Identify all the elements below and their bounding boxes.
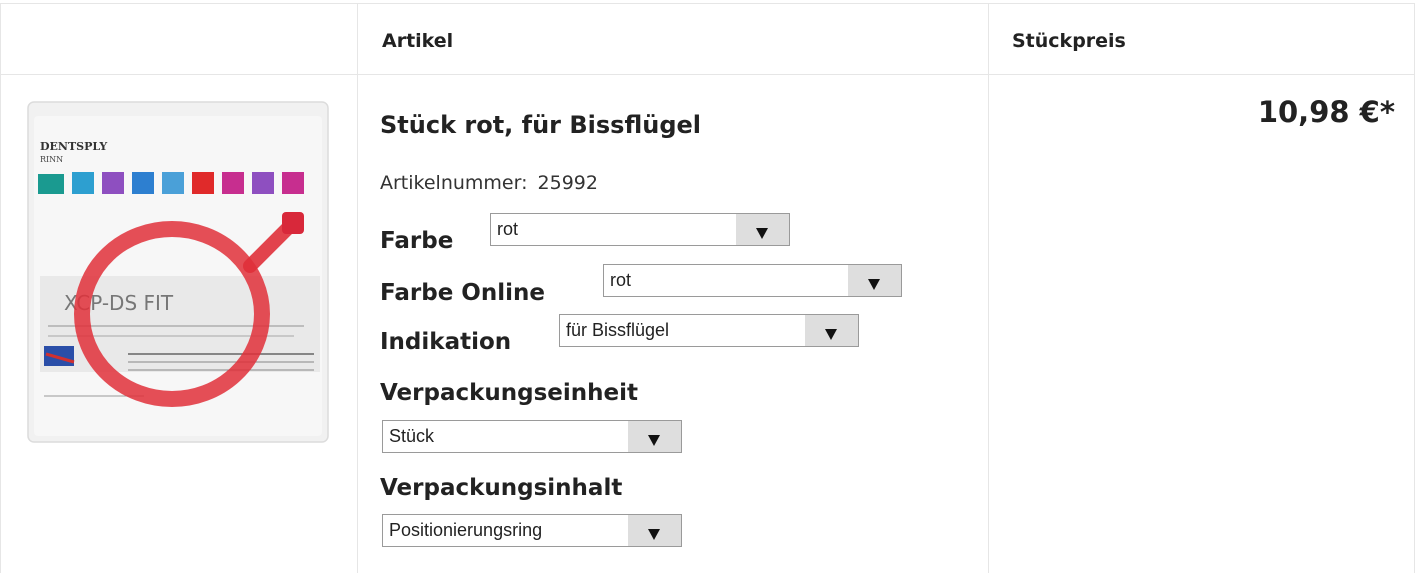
chevron-down-icon (648, 529, 660, 540)
chevron-down-icon (648, 435, 660, 446)
column-divider-image (357, 3, 358, 573)
chevron-down-icon (868, 279, 880, 290)
select-verpackungsinhalt[interactable]: Positionierungsring (382, 514, 682, 547)
select-farbe-online-value: rot (610, 270, 632, 290)
select-farbe-toggle[interactable] (736, 214, 789, 245)
select-indikation-toggle[interactable] (805, 315, 858, 346)
unit-price: 10,98 €* (1257, 95, 1395, 129)
select-farbe-online[interactable]: rot (603, 264, 902, 297)
chevron-down-icon (825, 329, 837, 340)
select-farbe-online-toggle[interactable] (848, 265, 901, 296)
product-title[interactable]: Stück rot, für Bissflügel (380, 111, 701, 139)
chevron-down-icon (756, 228, 768, 239)
column-header-artikel: Artikel (382, 30, 454, 52)
select-indikation-value: für Bissflügel (566, 320, 670, 340)
select-verpackungseinheit[interactable]: Stück (382, 420, 682, 453)
option-label-indikation: Indikation (380, 329, 512, 355)
option-label-verpackungseinheit: Verpackungseinheit (380, 380, 639, 406)
select-farbe[interactable]: rot (490, 213, 790, 246)
article-number-label: Artikelnummer: (380, 172, 528, 194)
option-label-farbe: Farbe (380, 228, 454, 254)
select-indikation[interactable]: für Bissflügel (559, 314, 859, 347)
select-verpackungseinheit-value: Stück (389, 426, 435, 446)
select-verpackungseinheit-toggle[interactable] (628, 421, 681, 452)
article-number: Artikelnummer: 25992 (380, 172, 598, 194)
product-image[interactable]: DENTSPLY RINN XCP-DS FIT (24, 96, 334, 446)
select-verpackungsinhalt-toggle[interactable] (628, 515, 681, 546)
table-left-border (0, 3, 1, 573)
select-farbe-value: rot (497, 219, 519, 239)
column-header-stueckpreis: Stückpreis (1012, 30, 1126, 52)
image-brand-text: DENTSPLY (40, 140, 107, 153)
article-number-value: 25992 (537, 172, 598, 194)
image-brand-sub-text: RINN (40, 155, 63, 164)
option-label-verpackungsinhalt: Verpackungsinhalt (380, 475, 623, 501)
table-header-divider (0, 74, 1415, 75)
select-verpackungsinhalt-value: Positionierungsring (389, 520, 543, 540)
table-top-border (0, 3, 1415, 4)
column-divider-price (988, 3, 989, 573)
option-label-farbe-online: Farbe Online (380, 280, 545, 306)
